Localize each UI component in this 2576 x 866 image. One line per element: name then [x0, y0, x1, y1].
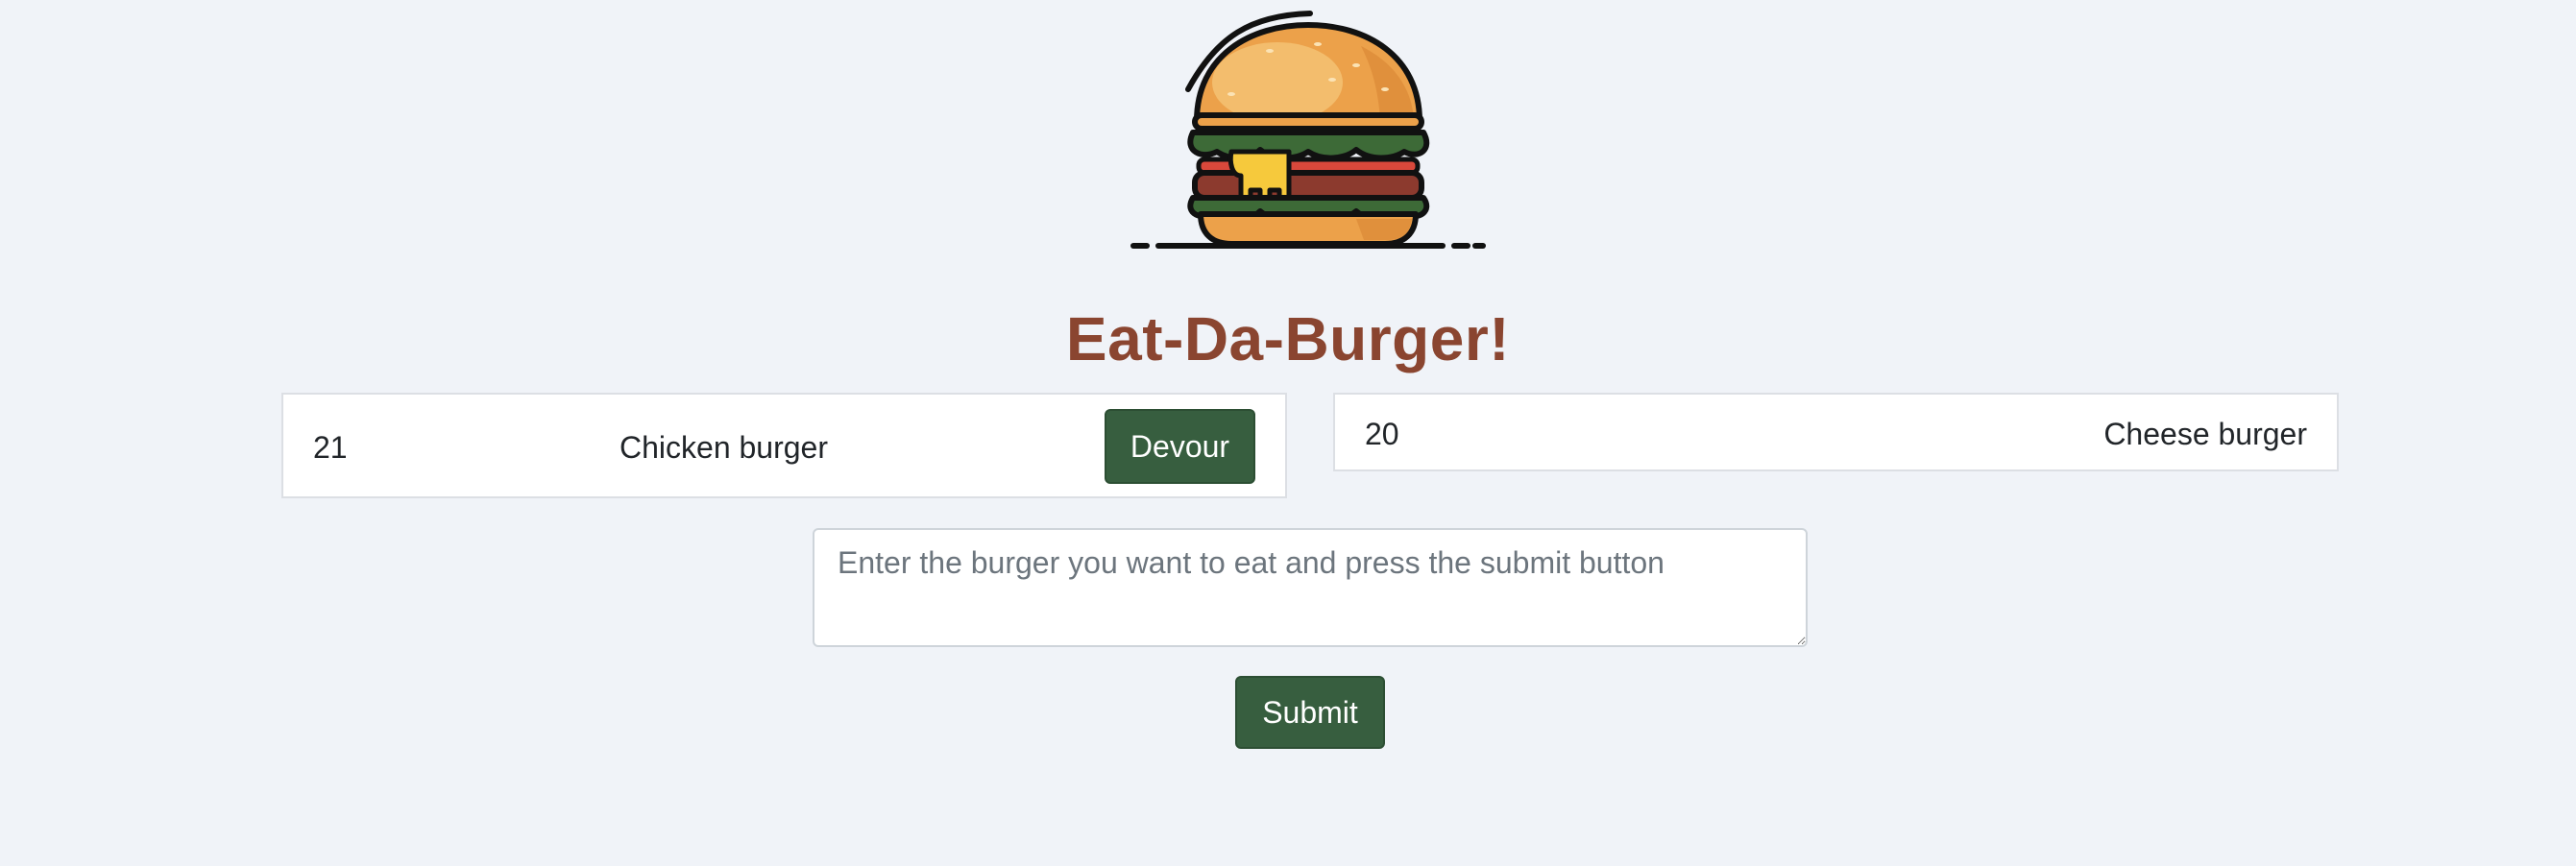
- burger-input[interactable]: [813, 528, 1808, 647]
- burger-name: Chicken burger: [620, 430, 828, 465]
- burger-item-devoured: 20 Cheese burger: [1333, 393, 2339, 471]
- devour-button[interactable]: Devour: [1105, 409, 1255, 484]
- burger-item-to-eat: 21 Chicken burger Devour: [281, 393, 1287, 498]
- burger-icon: [1130, 11, 1486, 249]
- burger-name: Cheese burger: [2103, 417, 2307, 451]
- submit-button[interactable]: Submit: [1235, 676, 1385, 749]
- page-title: Eat-Da-Burger!: [1065, 304, 1511, 373]
- page: Eat-Da-Burger! 21 Chicken burger Devour …: [0, 0, 2576, 866]
- burger-id: 20: [1365, 417, 1399, 451]
- burger-form: [813, 528, 1808, 647]
- burger-id: 21: [313, 430, 348, 465]
